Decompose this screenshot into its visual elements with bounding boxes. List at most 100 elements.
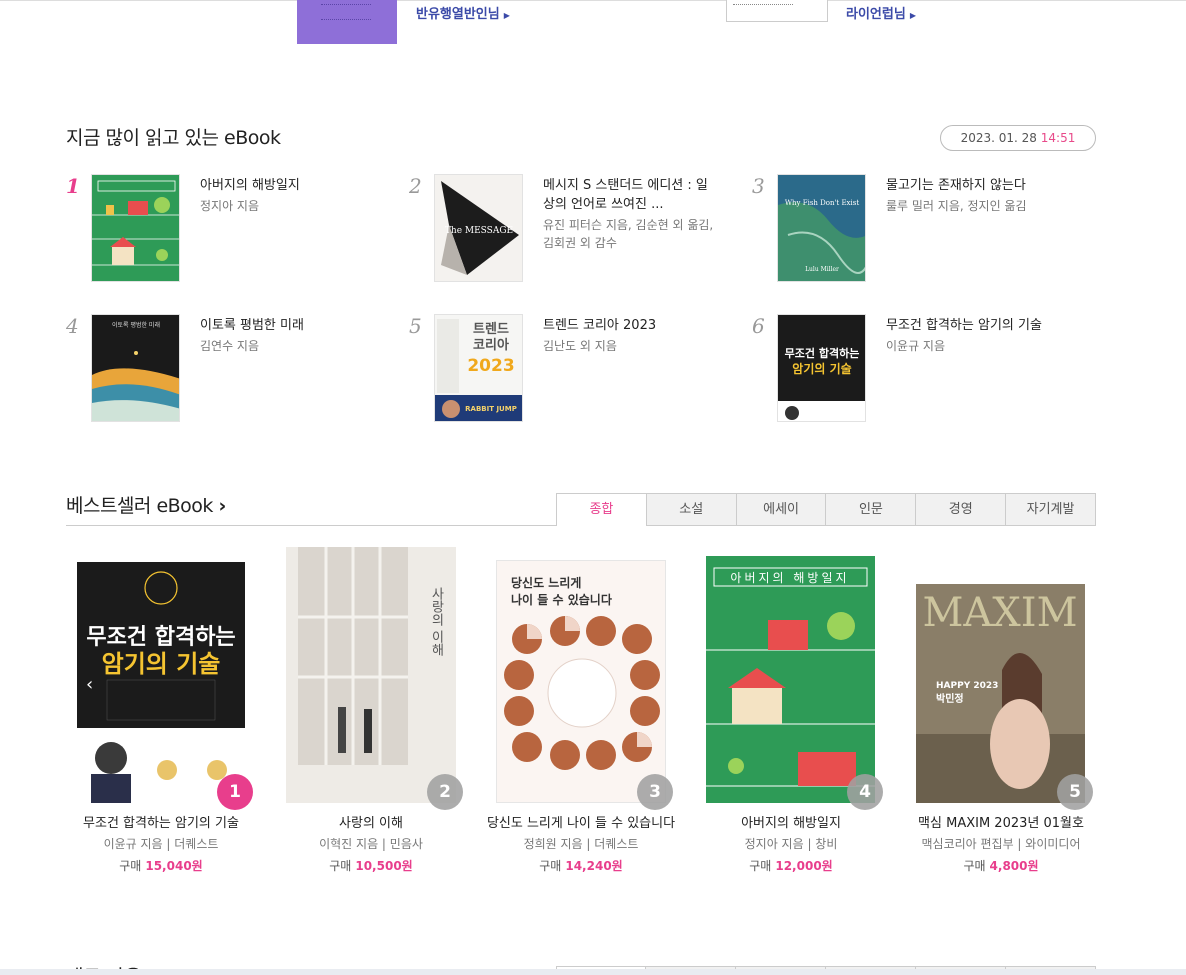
bestseller-item[interactable]: 사랑의 이해 이혁진 지음 | 민음사 구매 10,500원 (276, 815, 466, 875)
book-title[interactable]: 사랑의 이해 (276, 815, 466, 833)
cover-text: 2023 (467, 356, 514, 376)
cover-text: RABBIT JUMP (465, 405, 517, 413)
book-author: 이윤규 지음 | 더퀘스트 (103, 837, 219, 851)
book-cover[interactable]: MAXIM HAPPY 2023 박민정 (916, 584, 1085, 803)
tab-business[interactable]: 경영 (916, 493, 1007, 526)
book-title[interactable]: 물고기는 존재하지 않는다 (886, 176, 1061, 195)
book-author: 정지아 지음 | 창비 (744, 837, 838, 851)
bestseller-item[interactable]: 당신도 느리게 나이 들 수 있습니다 정희원 지음 | 더퀘스트 구매 14,2… (486, 815, 676, 875)
cover-text: HAPPY 2023 (936, 681, 998, 691)
tab-humanities[interactable]: 인문 (826, 493, 917, 526)
popular-item[interactable]: 4 이토록 평범한 미래 이토록 평범한 미래 김연수 지음 (66, 314, 396, 426)
rank-badge: 2 (427, 774, 463, 810)
book-cover[interactable]: 이토록 평범한 미래 (91, 314, 180, 422)
updated-time-badge: 2023. 01. 28 14:51 (940, 125, 1096, 151)
book-cover[interactable]: 트렌드 코리아 2023 RABBIT JUMP (434, 314, 523, 422)
tabs-divider (66, 525, 556, 526)
book-author: 이윤규 지음 (886, 339, 946, 353)
horizontal-scrollbar[interactable] (0, 969, 1186, 975)
tab-self-help[interactable]: 자기계발 (1006, 493, 1096, 526)
bestseller-item[interactable]: 아버지의 해방일지 정지아 지음 | 창비 구매 12,000원 (696, 815, 886, 875)
tab-essay[interactable]: 에세이 (736, 493, 827, 526)
book-author: 유진 피터슨 지음, 김순현 외 옮김, 김회권 외 감수 (543, 218, 714, 250)
review-thumbnail[interactable] (297, 0, 397, 44)
popular-item[interactable]: 5 트렌드 코리아 2023 RABBIT JUMP 트렌드 코리아 2023 … (409, 314, 739, 426)
cover-text: MAXIM (922, 590, 1077, 636)
rank-badge: 4 (847, 774, 883, 810)
book-cover[interactable]: 무조건 합격하는 암기의 기술 (77, 562, 245, 803)
book-author: 룰루 밀러 지음, 정지인 옮김 (886, 199, 1027, 213)
cover-text: Why Fish Don't Exist (785, 199, 859, 207)
book-author: 김난도 외 지음 (543, 339, 617, 353)
chevron-right-icon: › (218, 495, 226, 517)
cover-text: 아버지의 해방일지 (730, 571, 849, 585)
book-cover[interactable]: 당신도 느리게 나이 들 수 있습니다 (496, 560, 666, 803)
reviewer-link-2[interactable]: 라이언럽님 ▶ (846, 3, 916, 22)
rank-number: 5 (409, 314, 422, 338)
popular-section-title: 지금 많이 읽고 있는 eBook (66, 127, 281, 149)
book-title[interactable]: 무조건 합격하는 암기의 기술 (886, 316, 1061, 335)
bestseller-item[interactable]: 무조건 합격하는 암기의 기술 이윤규 지음 | 더퀘스트 구매 15,040원 (66, 815, 256, 875)
book-author: 정지아 지음 (200, 199, 260, 213)
book-cover[interactable]: Why Fish Don't Exist Lulu Miller (777, 174, 866, 282)
rank-number: 4 (66, 314, 79, 338)
popular-item[interactable]: 6 무조건 합격하는 암기의 기술 무조건 합격하는 암기의 기술 이윤규 지음 (752, 314, 1082, 426)
arrow-right-icon: ▶ (909, 11, 916, 20)
book-title[interactable]: 아버지의 해방일지 (200, 176, 375, 195)
cover-text: 사랑의 이해 (429, 587, 444, 657)
book-title[interactable]: 무조건 합격하는 암기의 기술 (66, 815, 256, 833)
book-author: 이혁진 지음 | 민음사 (319, 837, 423, 851)
rank-badge: 5 (1057, 774, 1093, 810)
book-cover[interactable]: The MESSAGE (434, 174, 523, 282)
rank-number: 1 (66, 174, 80, 198)
tab-overall[interactable]: 종합 (556, 493, 647, 526)
cover-text: 당신도 느리게 (511, 575, 581, 590)
book-author: 정희원 지음 | 더퀘스트 (523, 837, 639, 851)
review-thumbnail[interactable] (726, 0, 828, 22)
book-cover[interactable] (91, 174, 180, 282)
rank-number: 6 (752, 314, 765, 338)
cover-text: 무조건 합격하는 (785, 346, 860, 360)
carousel-prev-icon[interactable]: ‹ (86, 674, 100, 695)
book-cover[interactable]: 무조건 합격하는 암기의 기술 (777, 314, 866, 422)
cover-text: 이토록 평범한 미래 (112, 321, 160, 329)
book-title[interactable]: 맥심 MAXIM 2023년 01월호 (906, 815, 1096, 833)
cover-text: 무조건 합격하는 (86, 624, 235, 650)
cover-text: 나이 들 수 있습니다 (511, 592, 612, 607)
rank-number: 2 (409, 174, 422, 198)
book-cover[interactable]: 사랑의 이해 (286, 547, 456, 803)
book-title[interactable]: 이토록 평범한 미래 (200, 316, 375, 335)
cover-text: 암기의 기술 (792, 361, 851, 376)
book-title[interactable]: 아버지의 해방일지 (696, 815, 886, 833)
popular-item[interactable]: 2 The MESSAGE 메시지 S 스탠더드 에디션 : 일상의 언어로 쓰… (409, 174, 739, 286)
tab-novel[interactable]: 소설 (646, 493, 737, 526)
bestseller-item[interactable]: 맥심 MAXIM 2023년 01월호 맥심코리아 편집부 | 와이미디어 구매… (906, 815, 1096, 875)
book-title[interactable]: 트렌드 코리아 2023 (543, 316, 718, 335)
cover-text: 박민정 (936, 692, 964, 705)
book-author: 맥심코리아 편집부 | 와이미디어 (921, 837, 1081, 851)
book-title[interactable]: 당신도 느리게 나이 들 수 있습니다 (486, 815, 676, 833)
book-price: 구매 12,000원 (749, 859, 833, 873)
cover-text: The MESSAGE (445, 226, 513, 236)
rank-badge: 3 (637, 774, 673, 810)
rank-number: 3 (752, 174, 765, 198)
cover-text: Lulu Miller (805, 266, 839, 273)
bestseller-tabs: 종합 소설 에세이 인문 경영 자기계발 (556, 493, 1096, 526)
book-title[interactable]: 메시지 S 스탠더드 에디션 : 일상의 언어로 쓰여진 ... (543, 176, 718, 214)
reviewer-strip: 반유행열반인님 ▶ 라이언럽님 ▶ (0, 0, 1186, 50)
cover-text: 코리아 (473, 337, 509, 353)
cover-text: 암기의 기술 (102, 650, 221, 678)
arrow-right-icon: ▶ (503, 11, 510, 20)
rank-badge: 1 (217, 774, 253, 810)
book-price: 구매 10,500원 (329, 859, 413, 873)
book-price: 구매 15,040원 (119, 859, 203, 873)
popular-item[interactable]: 3 Why Fish Don't Exist Lulu Miller 물고기는 … (752, 174, 1082, 286)
popular-item[interactable]: 1 아버지의 해방일지 정지아 지음 (66, 174, 396, 286)
cover-text: 트렌드 (473, 321, 509, 337)
bestseller-section-title[interactable]: 베스트셀러 eBook › (66, 491, 226, 518)
book-author: 김연수 지음 (200, 339, 260, 353)
reviewer-link-1[interactable]: 반유행열반인님 ▶ (416, 3, 510, 22)
book-price: 구매 14,240원 (539, 859, 623, 873)
book-price: 구매 4,800원 (963, 859, 1039, 873)
book-cover[interactable]: 아버지의 해방일지 (706, 556, 875, 803)
